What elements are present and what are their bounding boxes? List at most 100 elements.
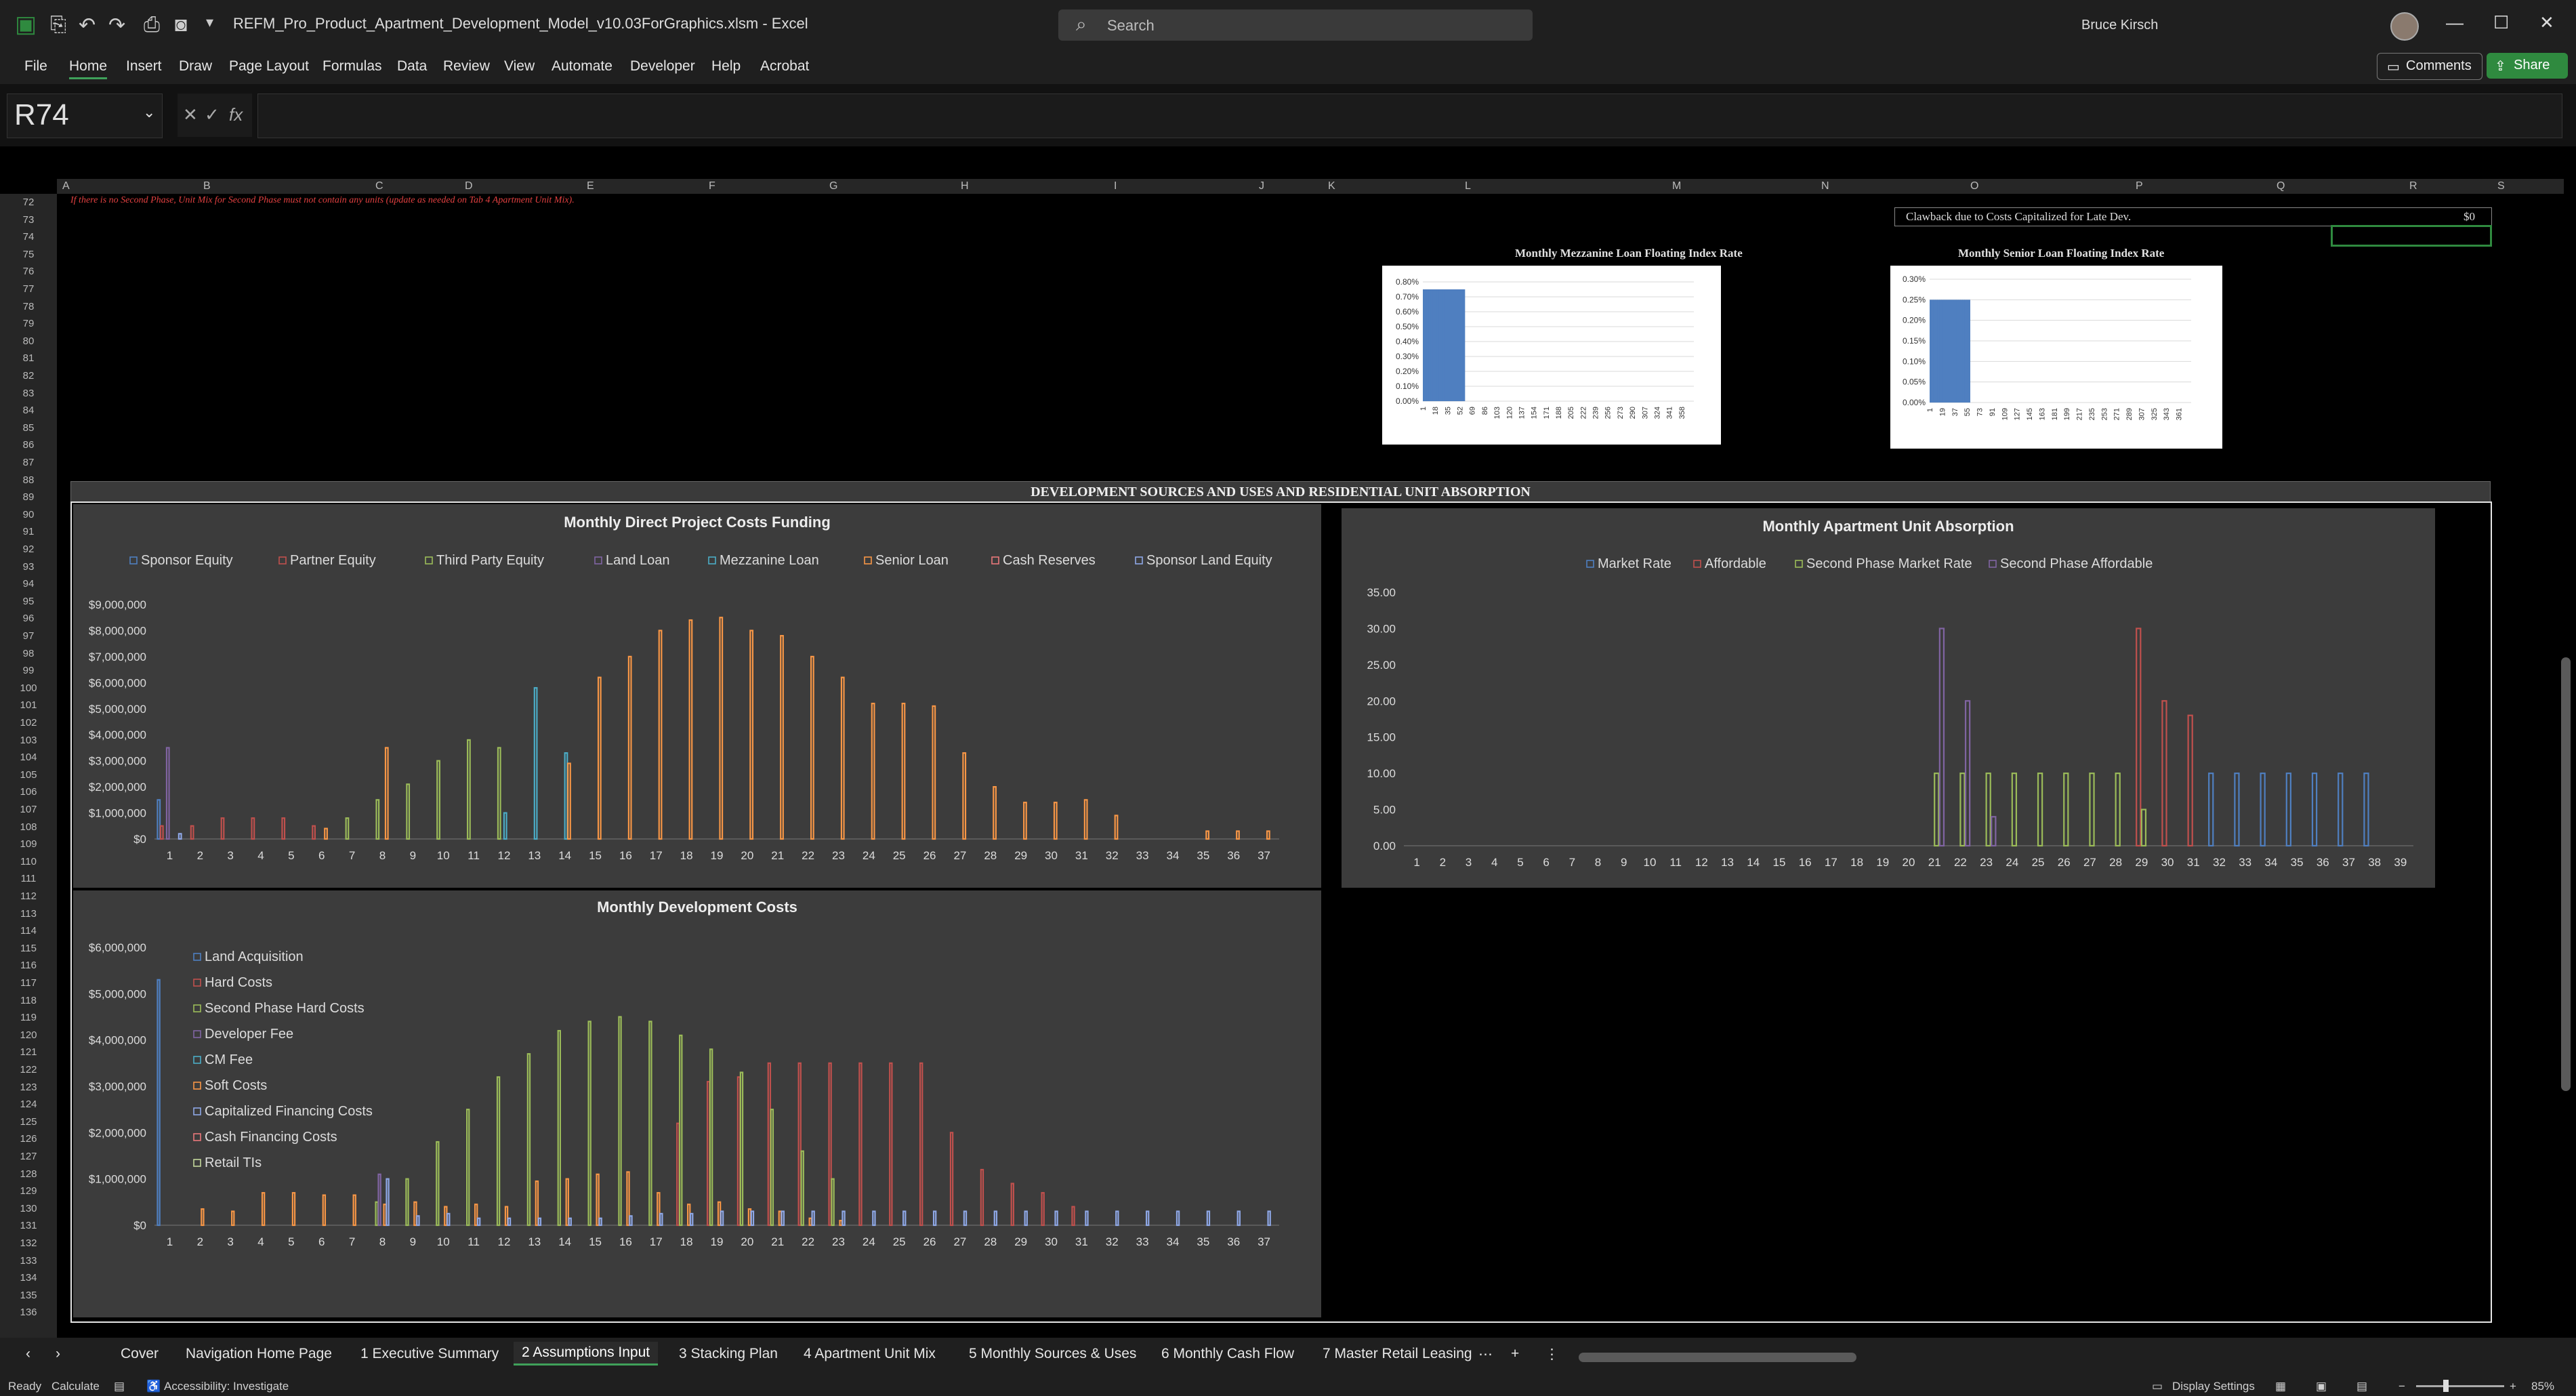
avatar[interactable] <box>2390 12 2419 41</box>
row-header-100[interactable]: 100 <box>0 682 57 694</box>
row-header-101[interactable]: 101 <box>0 699 57 711</box>
print-icon[interactable]: ⎙ <box>144 14 160 37</box>
row-header-123[interactable]: 123 <box>0 1082 57 1093</box>
menu-draw[interactable]: Draw <box>179 58 212 75</box>
funding-chart[interactable]: Monthly Direct Project Costs Funding $0 $… <box>73 504 1321 888</box>
column-header-r[interactable]: R <box>2409 180 2417 192</box>
tab-assumptions-input[interactable]: 2 Assumptions Input <box>514 1342 659 1366</box>
more-tabs-icon[interactable]: ⋯ <box>1478 1346 1493 1363</box>
row-header-112[interactable]: 112 <box>0 890 57 902</box>
tab-scroll-right-icon[interactable]: › <box>56 1346 60 1362</box>
row-header-119[interactable]: 119 <box>0 1012 57 1023</box>
chevron-down-icon[interactable]: ⌄ <box>143 104 155 121</box>
row-header-87[interactable]: 87 <box>0 457 57 468</box>
menu-data[interactable]: Data <box>397 58 427 75</box>
row-header-80[interactable]: 80 <box>0 335 57 347</box>
row-header-81[interactable]: 81 <box>0 352 57 364</box>
redo-icon[interactable]: ↷ <box>108 14 125 37</box>
row-header-75[interactable]: 75 <box>0 249 57 260</box>
row-header-91[interactable]: 91 <box>0 526 57 537</box>
normal-view-icon[interactable]: ▦ <box>2275 1380 2286 1393</box>
display-settings-button[interactable]: Display Settings <box>2172 1380 2255 1393</box>
column-header-l[interactable]: L <box>1465 180 1471 192</box>
add-sheet-icon[interactable]: + <box>1511 1346 1519 1362</box>
row-header-77[interactable]: 77 <box>0 283 57 295</box>
tab-navigation-home-page[interactable]: Navigation Home Page <box>186 1346 332 1362</box>
row-header-121[interactable]: 121 <box>0 1046 57 1058</box>
row-header-127[interactable]: 127 <box>0 1151 57 1162</box>
row-header-94[interactable]: 94 <box>0 578 57 590</box>
column-header-j[interactable]: J <box>1259 180 1264 192</box>
row-header-99[interactable]: 99 <box>0 665 57 676</box>
row-header-88[interactable]: 88 <box>0 474 57 486</box>
row-header-106[interactable]: 106 <box>0 786 57 798</box>
row-header-102[interactable]: 102 <box>0 717 57 728</box>
customize-toolbar-icon[interactable]: ▾ <box>206 14 213 31</box>
row-header-93[interactable]: 93 <box>0 561 57 573</box>
row-header-134[interactable]: 134 <box>0 1272 57 1284</box>
column-header-o[interactable]: O <box>1970 180 1978 192</box>
column-header-s[interactable]: S <box>2497 180 2505 192</box>
cancel-icon[interactable]: ✕ <box>183 104 198 125</box>
macro-record-icon[interactable]: ▤ <box>114 1380 125 1393</box>
comments-button[interactable]: ▭ Comments <box>2377 53 2482 80</box>
row-header-95[interactable]: 95 <box>0 596 57 607</box>
row-header-120[interactable]: 120 <box>0 1029 57 1041</box>
column-header-q[interactable]: Q <box>2277 180 2285 192</box>
row-header-96[interactable]: 96 <box>0 613 57 624</box>
tab-scroll-left-icon[interactable]: ‹ <box>26 1346 30 1362</box>
autosave-icon[interactable]: ⎘ <box>50 14 66 37</box>
row-header-110[interactable]: 110 <box>0 856 57 867</box>
row-header-118[interactable]: 118 <box>0 995 57 1006</box>
search-box[interactable]: ⌕ Search <box>1058 9 1533 41</box>
row-header-116[interactable]: 116 <box>0 960 57 971</box>
mezz-rate-chart[interactable]: 0.00% 0.10% 0.20% 0.30% 0.40% 0.50% 0.60% 0.70%… <box>1382 266 1721 445</box>
row-header-79[interactable]: 79 <box>0 318 57 329</box>
row-header-122[interactable]: 122 <box>0 1064 57 1075</box>
menu-home[interactable]: Home <box>69 58 108 79</box>
tab-apartment-unit-mix[interactable]: 4 Apartment Unit Mix <box>804 1346 936 1362</box>
row-header-78[interactable]: 78 <box>0 301 57 312</box>
row-header-126[interactable]: 126 <box>0 1133 57 1145</box>
column-header-h[interactable]: H <box>961 180 969 192</box>
close-icon[interactable]: ✕ <box>2539 12 2554 33</box>
insert-function-icon[interactable]: fx <box>229 104 243 125</box>
row-header-135[interactable]: 135 <box>0 1290 57 1301</box>
row-header-117[interactable]: 117 <box>0 977 57 989</box>
row-header-124[interactable]: 124 <box>0 1099 57 1110</box>
formula-input[interactable] <box>257 94 2562 138</box>
horizontal-scrollbar[interactable] <box>1579 1353 1856 1362</box>
row-header-104[interactable]: 104 <box>0 752 57 763</box>
column-header-p[interactable]: P <box>2136 180 2143 192</box>
minimize-icon[interactable]: — <box>2446 12 2464 33</box>
column-header-c[interactable]: C <box>375 180 383 192</box>
row-header-92[interactable]: 92 <box>0 543 57 555</box>
column-header-e[interactable]: E <box>587 180 594 192</box>
row-header-84[interactable]: 84 <box>0 405 57 416</box>
row-header-108[interactable]: 108 <box>0 821 57 833</box>
row-header-89[interactable]: 89 <box>0 491 57 503</box>
tab-monthly-cash-flow[interactable]: 6 Monthly Cash Flow <box>1161 1346 1294 1362</box>
row-header-83[interactable]: 83 <box>0 388 57 399</box>
tab-monthly-sources-uses[interactable]: 5 Monthly Sources & Uses <box>969 1346 1136 1362</box>
menu-review[interactable]: Review <box>443 58 490 75</box>
menu-acrobat[interactable]: Acrobat <box>760 58 809 75</box>
row-header-109[interactable]: 109 <box>0 838 57 850</box>
undo-icon[interactable]: ↶ <box>79 14 96 37</box>
status-calculate[interactable]: Calculate <box>51 1380 100 1393</box>
absorption-chart[interactable]: Monthly Apartment Unit Absorption 0.00 5.… <box>1342 508 2435 888</box>
row-header-133[interactable]: 133 <box>0 1255 57 1267</box>
zoom-level[interactable]: 85% <box>2531 1380 2554 1393</box>
column-header-n[interactable]: N <box>1821 180 1829 192</box>
row-header-74[interactable]: 74 <box>0 231 57 243</box>
row-header-114[interactable]: 114 <box>0 925 57 937</box>
column-header-a[interactable]: A <box>62 180 70 192</box>
row-header-115[interactable]: 115 <box>0 943 57 954</box>
tab-stacking-plan[interactable]: 3 Stacking Plan <box>679 1346 778 1362</box>
column-header-i[interactable]: I <box>1114 180 1117 192</box>
row-header-72[interactable]: 72 <box>0 197 57 208</box>
devcosts-chart[interactable]: Monthly Development Costs $0 $1,000,000 $2… <box>73 890 1321 1317</box>
column-header-d[interactable]: D <box>465 180 473 192</box>
row-header-131[interactable]: 131 <box>0 1220 57 1231</box>
sheet-options-icon[interactable]: ⋮ <box>1545 1346 1559 1363</box>
